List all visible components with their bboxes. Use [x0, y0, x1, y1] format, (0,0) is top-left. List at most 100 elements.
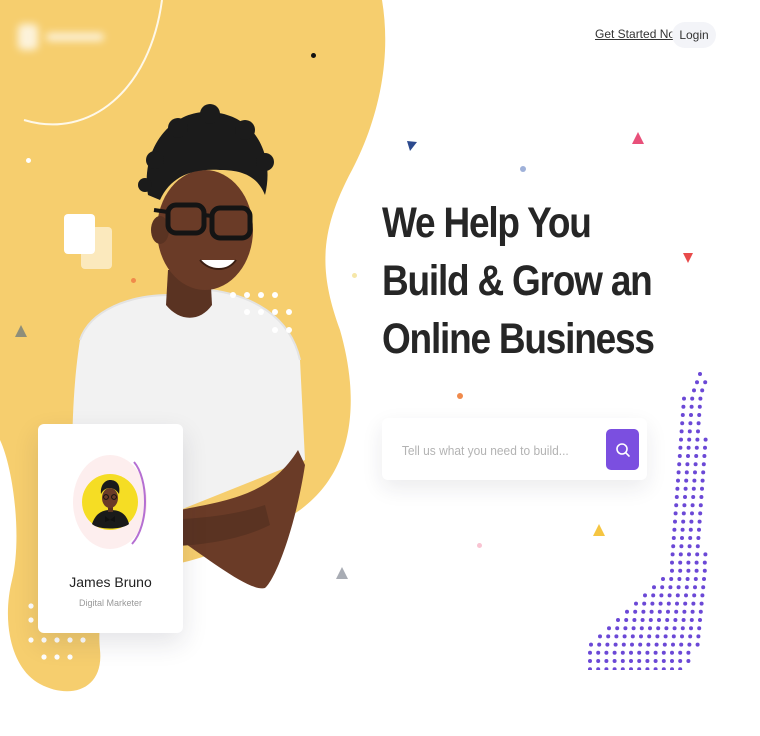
pattern-dot: [685, 577, 690, 581]
pattern-dot: [638, 642, 643, 647]
pattern-dot: [616, 618, 620, 622]
pattern-dot: [645, 659, 650, 663]
pattern-dot: [696, 634, 701, 639]
pattern-dot: [703, 437, 708, 442]
pattern-dot: [588, 667, 592, 670]
pattern-dot: [683, 601, 688, 606]
pattern-dot: [629, 667, 633, 670]
pattern-dot: [663, 634, 668, 639]
pattern-dot: [588, 659, 592, 663]
pattern-dot: [689, 519, 694, 524]
pattern-dot: [694, 560, 699, 565]
pattern-dot: [698, 618, 702, 622]
pattern-dot: [653, 650, 658, 655]
pattern-dot: [612, 659, 617, 663]
pattern-dot: [693, 462, 698, 467]
pattern-dot: [695, 380, 699, 385]
pattern-dot: [691, 486, 696, 491]
get-started-link[interactable]: Get Started Now: [595, 27, 684, 41]
pattern-dot: [697, 413, 702, 417]
pattern-dot: [687, 437, 692, 442]
pattern-dot: [686, 445, 691, 450]
pattern-dot: [686, 568, 691, 573]
pattern-dot: [672, 626, 677, 631]
pattern-dot: [677, 577, 682, 581]
pattern-dot: [671, 642, 675, 647]
pattern-dot: [645, 650, 650, 655]
pattern-dot: [620, 650, 625, 655]
pattern-dot: [696, 421, 701, 426]
pattern-dot: [612, 667, 617, 670]
pattern-dot: [668, 585, 673, 590]
decor-dots-shoulder: [230, 292, 292, 333]
pattern-dot: [647, 634, 652, 639]
pattern-dot: [653, 659, 658, 663]
decor-dot-black: [311, 53, 316, 58]
pattern-dot: [703, 445, 707, 450]
pattern-dot: [669, 577, 674, 581]
pattern-dot: [700, 388, 705, 393]
pattern-dot: [615, 626, 620, 631]
pattern-dot: [629, 650, 633, 655]
pattern-dot: [688, 527, 693, 532]
pattern-dot: [670, 650, 674, 655]
logo-wordmark: [46, 33, 104, 41]
pattern-dot: [680, 421, 685, 426]
decor-dot-orange-left: [131, 278, 136, 283]
profile-card[interactable]: James Bruno Digital Marketer: [38, 424, 183, 633]
pattern-dot: [657, 618, 661, 622]
pattern-dot: [678, 650, 683, 655]
pattern-dot: [694, 445, 699, 450]
pattern-dot: [687, 429, 692, 434]
pattern-dot: [639, 634, 643, 639]
pattern-dot: [630, 642, 634, 647]
pattern-dot: [633, 609, 638, 614]
pattern-dot: [680, 413, 685, 417]
brand-logo[interactable]: [18, 24, 114, 50]
login-button[interactable]: Login: [672, 22, 716, 48]
logo-mark: [18, 24, 38, 50]
decor-purple-dot-pattern: [588, 372, 708, 670]
pattern-dot: [678, 659, 683, 663]
pattern-dot: [596, 659, 601, 663]
pattern-dot: [655, 634, 660, 639]
decor-triangle-gray-left: [15, 325, 27, 337]
pattern-dot: [614, 634, 619, 639]
pattern-dot: [694, 568, 699, 573]
pattern-dot: [675, 593, 680, 598]
pattern-dot: [670, 659, 674, 663]
pattern-dot: [680, 626, 685, 631]
pattern-dot: [630, 634, 635, 639]
pattern-dot: [643, 593, 647, 598]
pattern-dot: [604, 667, 609, 670]
pattern-dot: [698, 372, 702, 376]
search-button[interactable]: [606, 429, 639, 470]
pattern-dot: [679, 437, 683, 442]
decor-dot-white: [26, 158, 31, 163]
pattern-dot: [691, 495, 696, 499]
pattern-dot: [645, 667, 650, 670]
hero-page: Get Started Now Login We Help You Build …: [0, 0, 760, 736]
pattern-dot: [702, 568, 707, 573]
pattern-dot: [690, 511, 694, 516]
pattern-dot: [658, 601, 663, 606]
pattern-dot: [674, 609, 679, 614]
pattern-dot: [670, 667, 674, 670]
pattern-dot: [701, 462, 706, 467]
pattern-dot: [673, 519, 677, 524]
pattern-dot: [684, 470, 689, 475]
pattern-dot: [695, 544, 700, 549]
pattern-dot: [684, 593, 688, 598]
pattern-dot: [700, 593, 705, 598]
pattern-dot: [637, 650, 642, 655]
decor-dot-pink: [477, 543, 482, 548]
pattern-dot: [596, 650, 601, 655]
pattern-dot: [623, 626, 628, 631]
search-input[interactable]: [400, 439, 579, 461]
pattern-dot: [698, 511, 703, 516]
pattern-dot: [674, 495, 679, 499]
pattern-dot: [681, 404, 686, 409]
pattern-dot: [680, 527, 685, 532]
pattern-dot: [699, 495, 704, 499]
pattern-dot: [689, 618, 694, 622]
